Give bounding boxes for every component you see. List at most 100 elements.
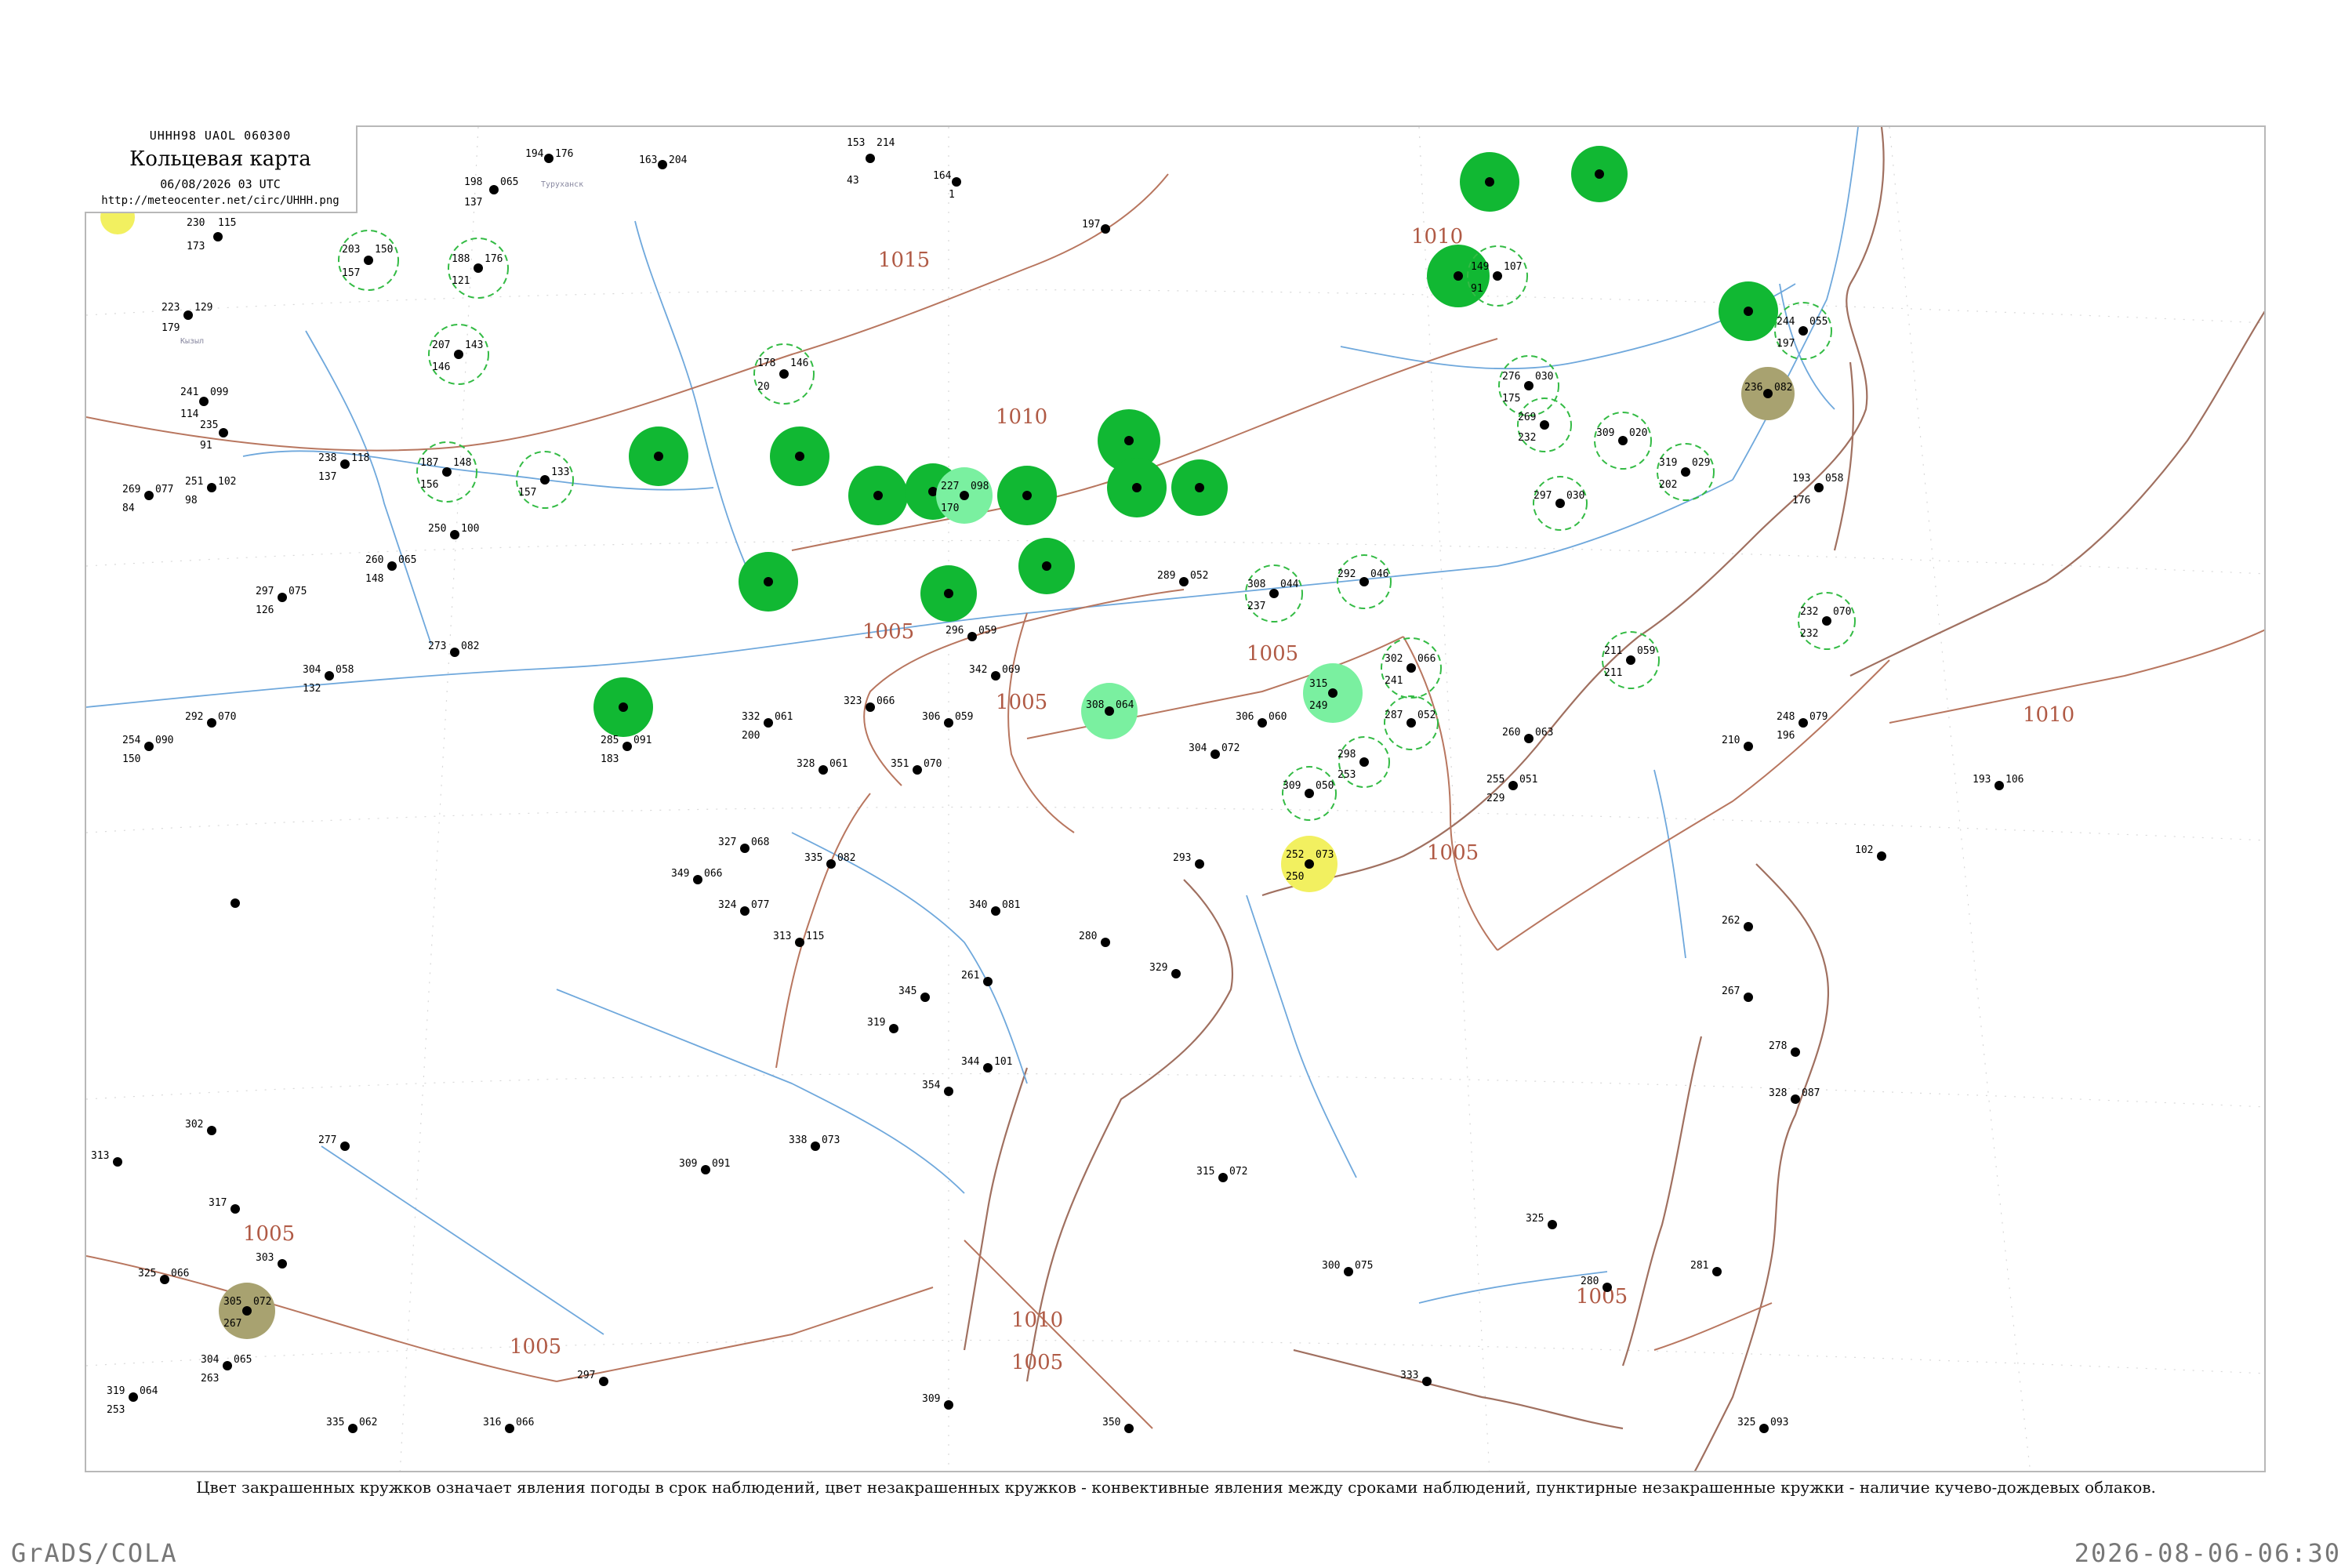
station-plot: 340 081: [969, 899, 1020, 916]
station-dot: [967, 632, 977, 641]
station-plot: 255 051 229: [1486, 774, 1537, 804]
station-dot: [1101, 938, 1110, 947]
station-temp: 207: [432, 339, 450, 351]
station-temp: 153: [847, 137, 865, 149]
station-dew: 073: [822, 1134, 840, 1146]
station-dew: 102: [218, 476, 236, 488]
station-dot: [183, 310, 193, 320]
station-temp: 187: [420, 457, 438, 469]
station-plot: 203 150 157: [338, 230, 399, 291]
station-plot: 324 077: [718, 899, 769, 916]
station-temp: 260: [365, 554, 383, 566]
station-dot: [325, 671, 334, 681]
station-dew: 087: [1802, 1087, 1820, 1099]
station-plot: 304 065 263: [201, 1354, 252, 1385]
station-plot: 248 079 196: [1777, 711, 1828, 742]
station-dew: 065: [398, 554, 416, 566]
map-header: UHHH98 UAOL 060300 Кольцевая карта 06/08…: [85, 125, 358, 213]
station-plot: 269 077 84: [122, 484, 173, 514]
station-plot: 351 070: [891, 758, 942, 775]
station-dot: [622, 742, 632, 751]
station-pressure: 176: [1792, 495, 1810, 506]
station-temp: 261: [961, 970, 979, 982]
station-pressure: 170: [941, 503, 959, 514]
station-temp: 333: [1400, 1370, 1418, 1381]
station-temp: 227: [941, 481, 959, 492]
station-plot: 345: [898, 985, 930, 1002]
station-temp: 327: [718, 837, 736, 848]
station-plot: 260 065 148: [365, 554, 416, 585]
station-plot: 278: [1769, 1040, 1800, 1057]
station-temp: 319: [867, 1017, 885, 1029]
station-plot: 194 176 Туруханск: [525, 148, 583, 189]
station-dew: 077: [751, 899, 769, 911]
station-dew: 214: [877, 137, 895, 149]
station-dot: [795, 938, 804, 947]
station-dot: [450, 530, 459, 539]
station-dot: [540, 475, 550, 485]
station-plot: 269 232: [1517, 397, 1572, 452]
station-dew: 060: [1269, 711, 1287, 723]
station-dot: [764, 718, 773, 728]
station-temp: 262: [1722, 915, 1740, 927]
station-plot: 178 146 20: [753, 343, 815, 405]
station-temp: 344: [961, 1056, 980, 1068]
isobar-label: 1005: [243, 1222, 295, 1246]
station-plot: 309 091: [679, 1158, 730, 1174]
station-dot: [1171, 969, 1181, 978]
station-temp: 178: [757, 358, 775, 369]
station-temp: 293: [1173, 852, 1191, 864]
station-dew: 066: [704, 868, 722, 880]
station-plot: 349 066: [671, 868, 722, 884]
station-dot: [1218, 1173, 1228, 1182]
coastlines: [963, 127, 2264, 1471]
station-dot: [1124, 1424, 1134, 1433]
station-dot: [1344, 1267, 1353, 1276]
station-plot: 325: [1526, 1213, 1557, 1229]
station-plot: 335 062: [326, 1417, 377, 1433]
station-plot: 188 176 121: [448, 238, 509, 299]
rain-disc: [1719, 281, 1778, 341]
station-plot: 293: [1173, 852, 1204, 869]
station-dew: 082: [461, 641, 479, 652]
station-plot: 267: [1722, 985, 1753, 1002]
station-plot: 315 249: [1303, 663, 1363, 723]
station-dew: 064: [1116, 699, 1134, 711]
station-dot: [1258, 718, 1267, 728]
station-dot: [1744, 922, 1753, 931]
station-plot: 319 029 202: [1657, 443, 1715, 501]
station-dot: [1763, 389, 1773, 398]
station-dew: 046: [1370, 568, 1388, 580]
station-temp: 269: [1518, 412, 1536, 423]
station-dot: [454, 350, 463, 359]
station-dew: 091: [712, 1158, 730, 1170]
isobars: [86, 173, 2264, 1429]
station-temp: 133: [551, 466, 569, 478]
station-plot: 238 118 137: [318, 452, 369, 483]
station-plots: 191 130 230 115 173 203 150 157 198 065 …: [91, 137, 2024, 1433]
station-temp: 297: [1534, 490, 1552, 502]
station-temp: 188: [452, 253, 470, 265]
station-pressure: 43: [847, 175, 859, 187]
station-dew: 106: [2005, 774, 2024, 786]
station-dew: 058: [1825, 473, 1843, 485]
station-plot: 198 065 137: [464, 176, 518, 209]
isobar-label: 1015: [878, 249, 930, 272]
station-dot: [991, 906, 1000, 916]
station-dot: [387, 561, 397, 571]
station-temp: 223: [162, 302, 180, 314]
station-dot: [1406, 663, 1416, 673]
station-pressure: 148: [365, 573, 383, 585]
station-temp: 197: [1082, 219, 1100, 230]
station-dot: [1359, 757, 1369, 767]
station-plot: 332 061 200: [742, 711, 793, 742]
station-temp: 292: [1338, 568, 1356, 580]
station-plot: 289 052: [1157, 570, 1208, 586]
station-dot: [701, 1165, 710, 1174]
station-temp: 163: [639, 154, 657, 166]
station-dot: [1422, 1377, 1432, 1386]
station-dot: [1540, 420, 1549, 430]
station-dew: 068: [751, 837, 769, 848]
station-dot: [1877, 851, 1886, 861]
station-dew: 079: [1809, 711, 1828, 723]
